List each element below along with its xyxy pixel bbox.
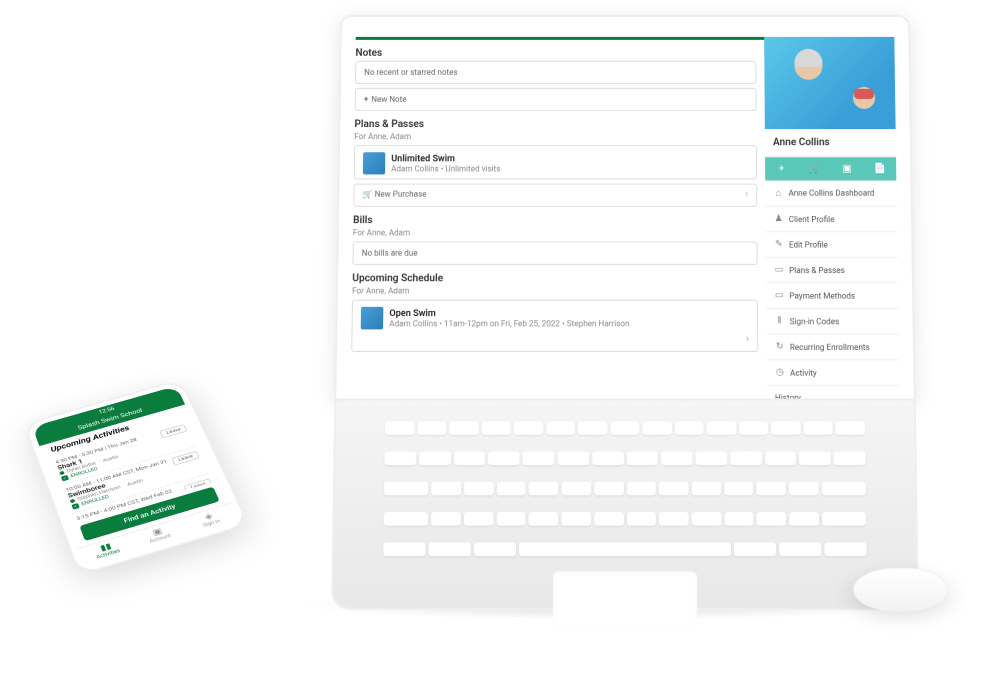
chevron-right-icon: › <box>746 334 749 345</box>
notes-empty: No recent or starred notes <box>355 61 756 84</box>
check-icon: ✓ <box>61 475 69 482</box>
menu-plans[interactable]: ▭Plans & Passes <box>766 258 898 284</box>
menu-recurring[interactable]: ↻Recurring Enrollments <box>766 335 899 361</box>
profile-name: Anne Collins <box>765 129 896 157</box>
card-icon: ▭ <box>774 265 784 275</box>
plan-detail: Adam Collins • Unlimited visits <box>391 164 500 173</box>
schedule-item[interactable]: Open Swim Adam Collins • 11am-12pm on Fr… <box>361 307 749 330</box>
refresh-icon: ↻ <box>775 342 785 352</box>
plans-heading: Plans & Passes <box>354 119 756 130</box>
cart-action[interactable]: 🛒 <box>798 157 831 180</box>
edit-icon: ✎ <box>774 239 784 249</box>
laptop-screen: Notes No recent or starred notes +New No… <box>334 15 916 401</box>
plan-item[interactable]: Unlimited Swim Adam Collins • Unlimited … <box>363 152 748 174</box>
add-action[interactable]: + <box>765 157 798 180</box>
menu-history[interactable]: History <box>767 386 900 400</box>
tab-account[interactable]: ▣Account <box>130 521 187 549</box>
plans-sub: For Anne, Adam <box>354 132 757 141</box>
plan-name: Unlimited Swim <box>391 154 500 164</box>
schedule-thumbnail <box>361 307 384 330</box>
phone-mockup: 12:56 Splash Swim School Upcoming Activi… <box>23 379 250 576</box>
plan-thumbnail <box>363 152 385 174</box>
laptop-mockup: Notes No recent or starred notes +New No… <box>331 15 918 589</box>
tab-signin[interactable]: ◈Sign in <box>182 506 238 533</box>
bills-heading: Bills <box>353 215 757 226</box>
menu-dashboard[interactable]: ⌂Anne Collins Dashboard <box>765 181 897 207</box>
main-content: Notes No recent or starred notes +New No… <box>351 37 767 390</box>
user-icon: ♟ <box>774 214 784 224</box>
schedule-heading: Upcoming Schedule <box>352 273 758 284</box>
bills-empty: No bills are due <box>352 241 757 264</box>
menu-signin-codes[interactable]: ⦀Sign-in Codes <box>766 309 898 335</box>
barcode-icon: ⦀ <box>774 316 784 326</box>
bills-sub: For Anne, Adam <box>353 228 758 237</box>
check-icon: ✓ <box>71 503 79 510</box>
chevron-right-icon: › <box>745 189 748 200</box>
home-icon: ⌂ <box>773 188 783 199</box>
profile-photo <box>764 37 895 129</box>
menu-client-profile[interactable]: ♟Client Profile <box>765 207 897 232</box>
menu-edit-profile[interactable]: ✎Edit Profile <box>766 232 898 257</box>
new-purchase-button[interactable]: 🛒 New Purchase › <box>353 184 757 207</box>
credit-card-icon: ▭ <box>774 290 784 300</box>
doc-action[interactable]: 📄 <box>863 157 896 180</box>
profile-sidebar: Anne Collins + 🛒 ▣ 📄 ⌂Anne Collins Dashb… <box>764 37 899 390</box>
plus-icon: + <box>364 95 369 104</box>
menu-payment[interactable]: ▭Payment Methods <box>766 283 898 309</box>
notes-heading: Notes <box>355 48 756 59</box>
tab-activities[interactable]: ▮▮Activities <box>79 537 136 565</box>
image-action[interactable]: ▣ <box>831 157 864 180</box>
new-note-button[interactable]: +New Note <box>355 88 757 111</box>
mouse-mockup <box>852 568 950 612</box>
cart-icon: 🛒 <box>362 190 372 199</box>
event-name: Open Swim <box>389 308 629 318</box>
clock-icon: ◷ <box>775 368 785 378</box>
laptop-keyboard <box>331 401 919 610</box>
schedule-sub: For Anne, Adam <box>352 286 758 295</box>
menu-activity[interactable]: ◷Activity <box>767 360 900 386</box>
event-detail: Adam Collins • 11am-12pm on Fri, Feb 25,… <box>389 319 629 328</box>
